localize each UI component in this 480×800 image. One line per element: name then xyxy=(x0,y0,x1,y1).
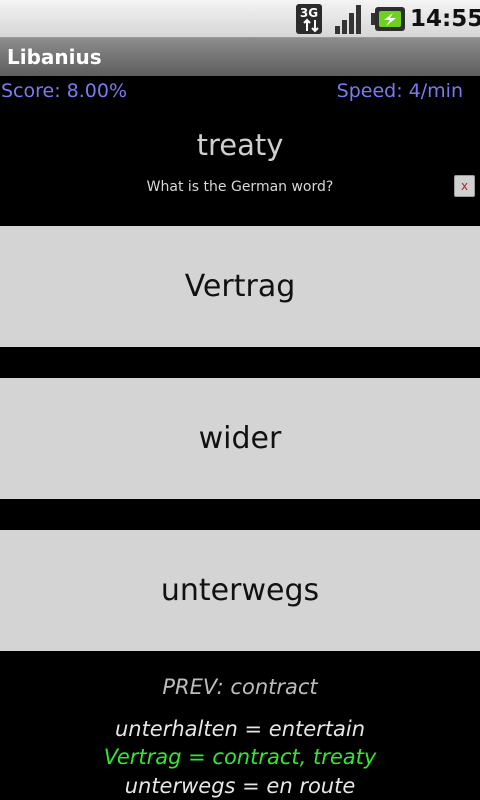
question-word: treaty xyxy=(196,128,284,162)
answer-button-wider[interactable]: wider xyxy=(0,378,480,499)
signal-strength-icon xyxy=(335,5,361,34)
network-3g-label: 3G xyxy=(300,6,318,20)
status-bar: 3G 14:55 xyxy=(0,0,480,38)
speed-label: Speed: 4/min xyxy=(336,80,463,102)
score-label: Score: 8.00% xyxy=(1,80,128,102)
history-item: unterhalten = entertain xyxy=(114,717,366,741)
close-button[interactable]: x xyxy=(454,175,475,197)
answer-button-unterwegs[interactable]: unterwegs xyxy=(0,530,480,651)
history-item-correct: Vertrag = contract, treaty xyxy=(103,745,377,769)
question-prompt: What is the German word? xyxy=(146,179,334,195)
app-title-bar: Libanius xyxy=(0,38,480,76)
answer-button-vertrag[interactable]: Vertrag xyxy=(0,226,480,347)
history-item: unterwegs = en route xyxy=(124,774,356,798)
status-clock: 14:55 xyxy=(410,6,480,32)
network-3g-icon: 3G xyxy=(296,4,322,34)
battery-charging-icon xyxy=(371,7,405,31)
previous-word: PREV: contract xyxy=(162,675,318,699)
app-title: Libanius xyxy=(7,45,102,69)
